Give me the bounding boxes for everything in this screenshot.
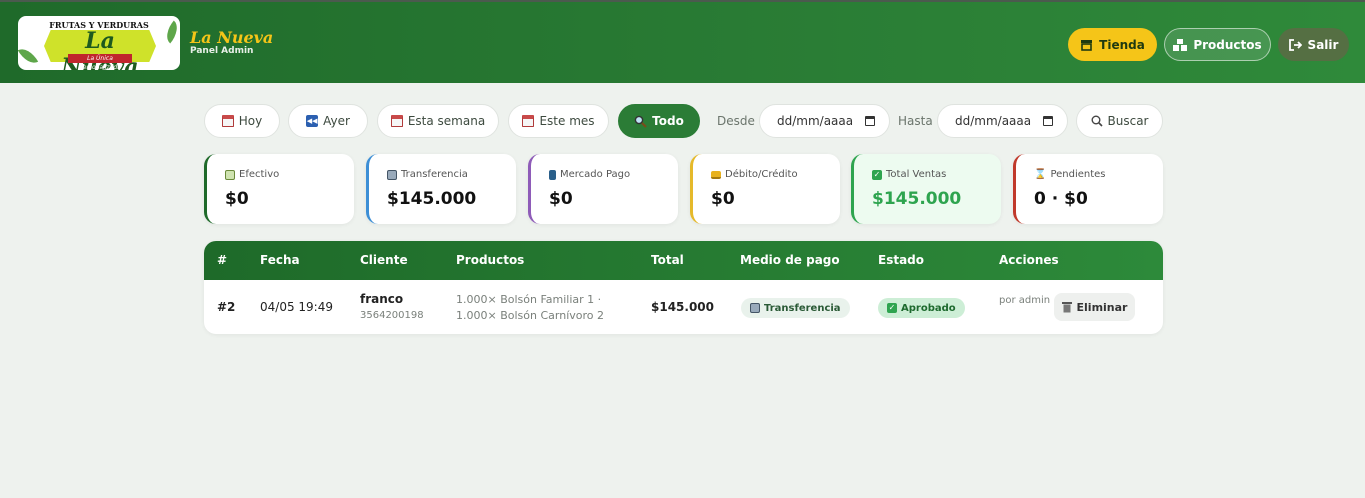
- store-logo[interactable]: FRUTAS Y VERDURAS La Nueva La Única Pers…: [18, 16, 180, 70]
- client-name: franco: [360, 292, 404, 306]
- trash-icon: [1061, 302, 1072, 313]
- column-header: #: [217, 253, 228, 267]
- check-icon: ✓: [872, 169, 882, 180]
- order-id: #2: [217, 300, 236, 314]
- column-header: Total: [651, 253, 684, 267]
- products-button-label: Productos: [1193, 37, 1262, 52]
- summary-card-mercadopago: Mercado Pago $0: [528, 154, 678, 224]
- calendar-icon: [390, 115, 403, 127]
- brand-name: La Nueva: [190, 28, 274, 47]
- from-date-input[interactable]: dd/mm/aaaa: [759, 104, 890, 138]
- top-header: FRUTAS Y VERDURAS La Nueva La Única Pers…: [0, 0, 1365, 83]
- from-label: Desde: [717, 114, 755, 128]
- status-badge: ✓ Aprobado: [878, 298, 965, 318]
- column-header: Medio de pago: [740, 253, 840, 267]
- card-value: $0: [225, 189, 249, 209]
- cash-icon: [225, 169, 235, 180]
- order-total: $145.000: [651, 300, 715, 314]
- check-icon: ✓: [887, 303, 897, 313]
- to-label: Hasta: [898, 114, 933, 128]
- summary-card-pending: ⌛ Pendientes 0 · $0: [1013, 154, 1163, 224]
- table-header: # Fecha Cliente Productos Total Medio de…: [204, 241, 1163, 280]
- card-label: Pendientes: [1050, 169, 1106, 180]
- card-label: Débito/Crédito: [725, 169, 798, 180]
- order-date: 04/05 19:49: [260, 300, 333, 314]
- filter-week-button[interactable]: Esta semana: [377, 104, 499, 138]
- to-date-input[interactable]: dd/mm/aaaa: [937, 104, 1068, 138]
- exit-button-label: Salir: [1307, 37, 1339, 52]
- card-value: $0: [711, 189, 735, 209]
- column-header: Fecha: [260, 253, 300, 267]
- filter-all-button[interactable]: Todo: [618, 104, 700, 138]
- products-line: 1.000× Bolsón Carnívoro 2: [456, 309, 604, 322]
- store-button-label: Tienda: [1099, 37, 1145, 52]
- client-phone: 3564200198: [360, 310, 424, 321]
- approved-by: por admin: [999, 295, 1051, 306]
- summary-card-total: ✓ Total Ventas $145.000: [851, 154, 1001, 224]
- column-header: Cliente: [360, 253, 408, 267]
- summary-card-transfer: Transferencia $145.000: [366, 154, 516, 224]
- date-picker-icon[interactable]: [865, 116, 875, 126]
- products-line: 1.000× Bolsón Familiar 1 ·: [456, 293, 602, 306]
- bank-icon: [750, 303, 760, 313]
- delete-button[interactable]: Eliminar: [1054, 293, 1135, 321]
- filter-yesterday-label: Ayer: [323, 114, 350, 128]
- leaf-icon: [18, 44, 39, 68]
- card-value: $145.000: [387, 189, 477, 209]
- search-icon: [1091, 115, 1103, 127]
- magnifier-icon: [634, 115, 647, 128]
- card-value: $145.000: [872, 189, 962, 209]
- filter-week-label: Esta semana: [407, 114, 486, 128]
- mobile-phone-icon: [549, 169, 556, 180]
- search-button[interactable]: Buscar: [1076, 104, 1163, 138]
- column-header: Estado: [878, 253, 925, 267]
- card-label: Total Ventas: [886, 169, 947, 180]
- column-header: Acciones: [999, 253, 1059, 267]
- column-header: Productos: [456, 253, 525, 267]
- orders-table: # Fecha Cliente Productos Total Medio de…: [204, 241, 1163, 334]
- products-button[interactable]: Productos: [1164, 28, 1271, 61]
- payment-method: Transferencia: [764, 302, 841, 314]
- card-value: 0 · $0: [1034, 189, 1088, 209]
- payment-badge: Transferencia: [741, 298, 850, 318]
- hourglass-icon: ⌛: [1034, 169, 1047, 180]
- card-label: Transferencia: [401, 169, 468, 180]
- filter-yesterday-button[interactable]: ◀◀ Ayer: [288, 104, 368, 138]
- filter-month-label: Este mes: [539, 114, 595, 128]
- logo-ribbon: La Única Personalizada: [68, 54, 132, 70]
- store-button[interactable]: Tienda: [1068, 28, 1157, 61]
- status-label: Aprobado: [901, 302, 956, 314]
- filter-month-button[interactable]: Este mes: [508, 104, 609, 138]
- card-value: $0: [549, 189, 573, 209]
- card-label: Mercado Pago: [560, 169, 631, 180]
- exit-button[interactable]: Salir: [1278, 28, 1349, 61]
- store-icon: [1081, 39, 1093, 51]
- credit-card-icon: [711, 170, 721, 179]
- logout-icon: [1288, 38, 1302, 51]
- bank-icon: [387, 169, 397, 180]
- calendar-icon: [221, 115, 234, 127]
- brand-subtitle: Panel Admin: [190, 46, 254, 56]
- summary-card-card: Débito/Crédito $0: [690, 154, 840, 224]
- calendar-icon: [522, 115, 535, 127]
- delete-button-label: Eliminar: [1076, 300, 1128, 314]
- filter-all-label: Todo: [652, 114, 684, 128]
- from-date-placeholder: dd/mm/aaaa: [777, 114, 854, 128]
- filter-today-button[interactable]: Hoy: [204, 104, 280, 138]
- summary-card-cash: Efectivo $0: [204, 154, 354, 224]
- date-picker-icon[interactable]: [1043, 116, 1053, 126]
- filter-today-label: Hoy: [238, 114, 263, 128]
- rewind-icon: ◀◀: [306, 115, 319, 127]
- to-date-placeholder: dd/mm/aaaa: [955, 114, 1032, 128]
- brand: La Nueva Panel Admin: [190, 28, 274, 57]
- search-button-label: Buscar: [1107, 114, 1149, 128]
- boxes-icon: [1173, 38, 1188, 51]
- card-label: Efectivo: [239, 169, 280, 180]
